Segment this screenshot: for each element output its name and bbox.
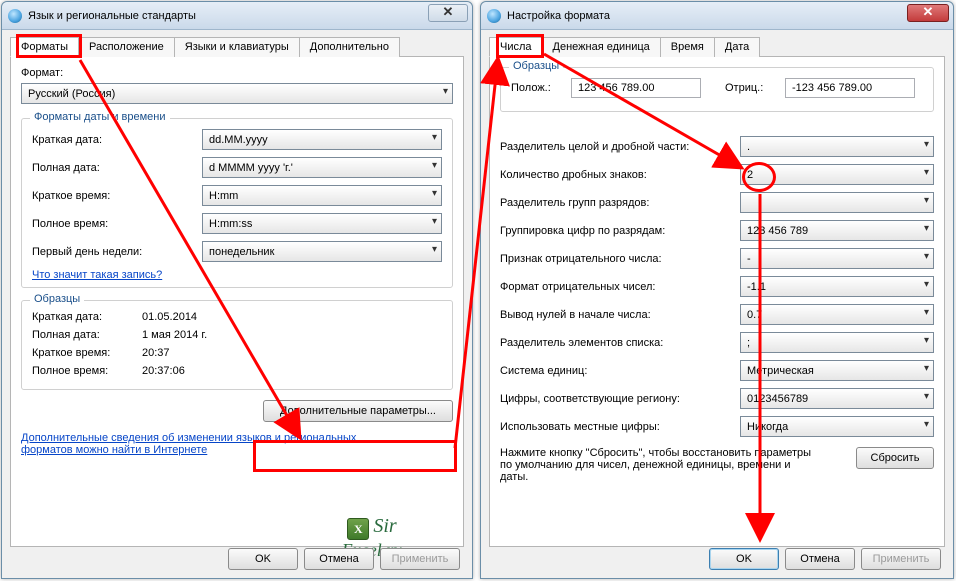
window-title: Настройка формата	[507, 10, 610, 22]
sample-long-time-label: Полное время:	[32, 365, 142, 377]
decimal-sep-label: Разделитель целой и дробной части:	[500, 141, 740, 153]
tab-currency[interactable]: Денежная единица	[542, 37, 661, 57]
tab-location[interactable]: Расположение	[78, 37, 175, 57]
sample-long-date-label: Полная дата:	[32, 329, 142, 341]
sample-short-date-value: 01.05.2014	[142, 311, 197, 323]
short-date-select[interactable]: dd.MM.yyyy	[202, 129, 442, 150]
sample-short-time-value: 20:37	[142, 347, 170, 359]
digits-label: Цифры, соответствующие региону:	[500, 393, 740, 405]
short-date-label: Краткая дата:	[32, 134, 202, 146]
globe-icon	[8, 9, 22, 23]
format-select[interactable]: Русский (Россия)	[21, 83, 453, 104]
tab-formats[interactable]: Форматы	[10, 37, 79, 57]
samples-group: Образцы Полож.: 123 456 789.00 Отриц.: -…	[500, 67, 934, 112]
neg-sign-label: Признак отрицательного числа:	[500, 253, 740, 265]
cancel-button[interactable]: Отмена	[304, 548, 374, 570]
more-info-link[interactable]: Дополнительные сведения об изменении язы…	[21, 432, 356, 456]
group-sep-label: Разделитель групп разрядов:	[500, 197, 740, 209]
apply-button[interactable]: Применить	[380, 548, 460, 570]
leading-zero-label: Вывод нулей в начале числа:	[500, 309, 740, 321]
sample-short-time-label: Краткое время:	[32, 347, 142, 359]
samples-legend: Образцы	[509, 60, 563, 72]
first-day-label: Первый день недели:	[32, 246, 202, 258]
native-digits-label: Использовать местные цифры:	[500, 421, 740, 433]
long-date-label: Полная дата:	[32, 162, 202, 174]
datetime-legend: Форматы даты и времени	[30, 111, 170, 123]
measure-select[interactable]: Метрическая	[740, 360, 934, 381]
neg-sign-select[interactable]: -	[740, 248, 934, 269]
long-time-select[interactable]: H:mm:ss	[202, 213, 442, 234]
format-label: Формат:	[21, 67, 453, 79]
tabs: Форматы Расположение Языки и клавиатуры …	[10, 36, 464, 57]
globe-icon	[487, 9, 501, 23]
neg-label: Отриц.:	[725, 82, 775, 94]
reset-button[interactable]: Сбросить	[856, 447, 934, 469]
group-sep-select[interactable]	[740, 192, 934, 213]
tab-content: Формат: Русский (Россия) Форматы даты и …	[10, 57, 464, 547]
short-time-select[interactable]: H:mm	[202, 185, 442, 206]
cancel-button[interactable]: Отмена	[785, 548, 855, 570]
digits-select[interactable]: 0123456789	[740, 388, 934, 409]
grouping-select[interactable]: 123 456 789	[740, 220, 934, 241]
samples-group: Образцы Краткая дата:01.05.2014 Полная д…	[21, 300, 453, 390]
window-title: Язык и региональные стандарты	[28, 10, 196, 22]
tab-time[interactable]: Время	[660, 37, 715, 57]
samples-legend: Образцы	[30, 293, 84, 305]
decimal-digits-label: Количество дробных знаков:	[500, 169, 740, 181]
sample-short-date-label: Краткая дата:	[32, 311, 142, 323]
leading-zero-select[interactable]: 0.7	[740, 304, 934, 325]
reset-note: Нажмите кнопку "Сбросить", чтобы восстан…	[500, 447, 820, 483]
close-button[interactable]: ✕	[428, 4, 468, 22]
ok-button[interactable]: OK	[228, 548, 298, 570]
long-date-select[interactable]: d MMMM yyyy 'г.'	[202, 157, 442, 178]
ok-button[interactable]: OK	[709, 548, 779, 570]
tab-date[interactable]: Дата	[714, 37, 760, 57]
datetime-group: Форматы даты и времени Краткая дата: dd.…	[21, 118, 453, 288]
pos-sample: 123 456 789.00	[571, 78, 701, 98]
apply-button[interactable]: Применить	[861, 548, 941, 570]
sample-long-date-value: 1 мая 2014 г.	[142, 329, 207, 341]
tab-langs[interactable]: Языки и клавиатуры	[174, 37, 300, 57]
dialog-buttons: OK Отмена Применить	[228, 548, 460, 570]
tab-content: Образцы Полож.: 123 456 789.00 Отриц.: -…	[489, 57, 945, 547]
tab-numbers[interactable]: Числа	[489, 37, 543, 57]
decimal-digits-select[interactable]: 2	[740, 164, 934, 185]
native-digits-select[interactable]: Никогда	[740, 416, 934, 437]
pos-label: Полож.:	[511, 82, 561, 94]
close-button[interactable]: ✕	[907, 4, 949, 22]
measure-label: Система единиц:	[500, 365, 740, 377]
list-sep-select[interactable]: ;	[740, 332, 934, 353]
titlebar[interactable]: Настройка формата ✕	[481, 2, 953, 30]
neg-format-label: Формат отрицательных чисел:	[500, 281, 740, 293]
region-dialog: Язык и региональные стандарты ✕ Форматы …	[1, 1, 473, 579]
tab-advanced[interactable]: Дополнительно	[299, 37, 400, 57]
first-day-select[interactable]: понедельник	[202, 241, 442, 262]
decimal-sep-select[interactable]: .	[740, 136, 934, 157]
grouping-label: Группировка цифр по разрядам:	[500, 225, 740, 237]
sample-long-time-value: 20:37:06	[142, 365, 185, 377]
additional-settings-button[interactable]: Дополнительные параметры...	[263, 400, 453, 422]
titlebar[interactable]: Язык и региональные стандарты ✕	[2, 2, 472, 30]
neg-sample: -123 456 789.00	[785, 78, 915, 98]
customize-dialog: Настройка формата ✕ Числа Денежная едини…	[480, 1, 954, 579]
notation-link[interactable]: Что значит такая запись?	[32, 269, 162, 281]
tabs: Числа Денежная единица Время Дата	[489, 36, 945, 57]
long-time-label: Полное время:	[32, 218, 202, 230]
dialog-buttons: OK Отмена Применить	[709, 548, 941, 570]
format-value: Русский (Россия)	[28, 88, 115, 100]
neg-format-select[interactable]: -1.1	[740, 276, 934, 297]
short-time-label: Краткое время:	[32, 190, 202, 202]
list-sep-label: Разделитель элементов списка:	[500, 337, 740, 349]
